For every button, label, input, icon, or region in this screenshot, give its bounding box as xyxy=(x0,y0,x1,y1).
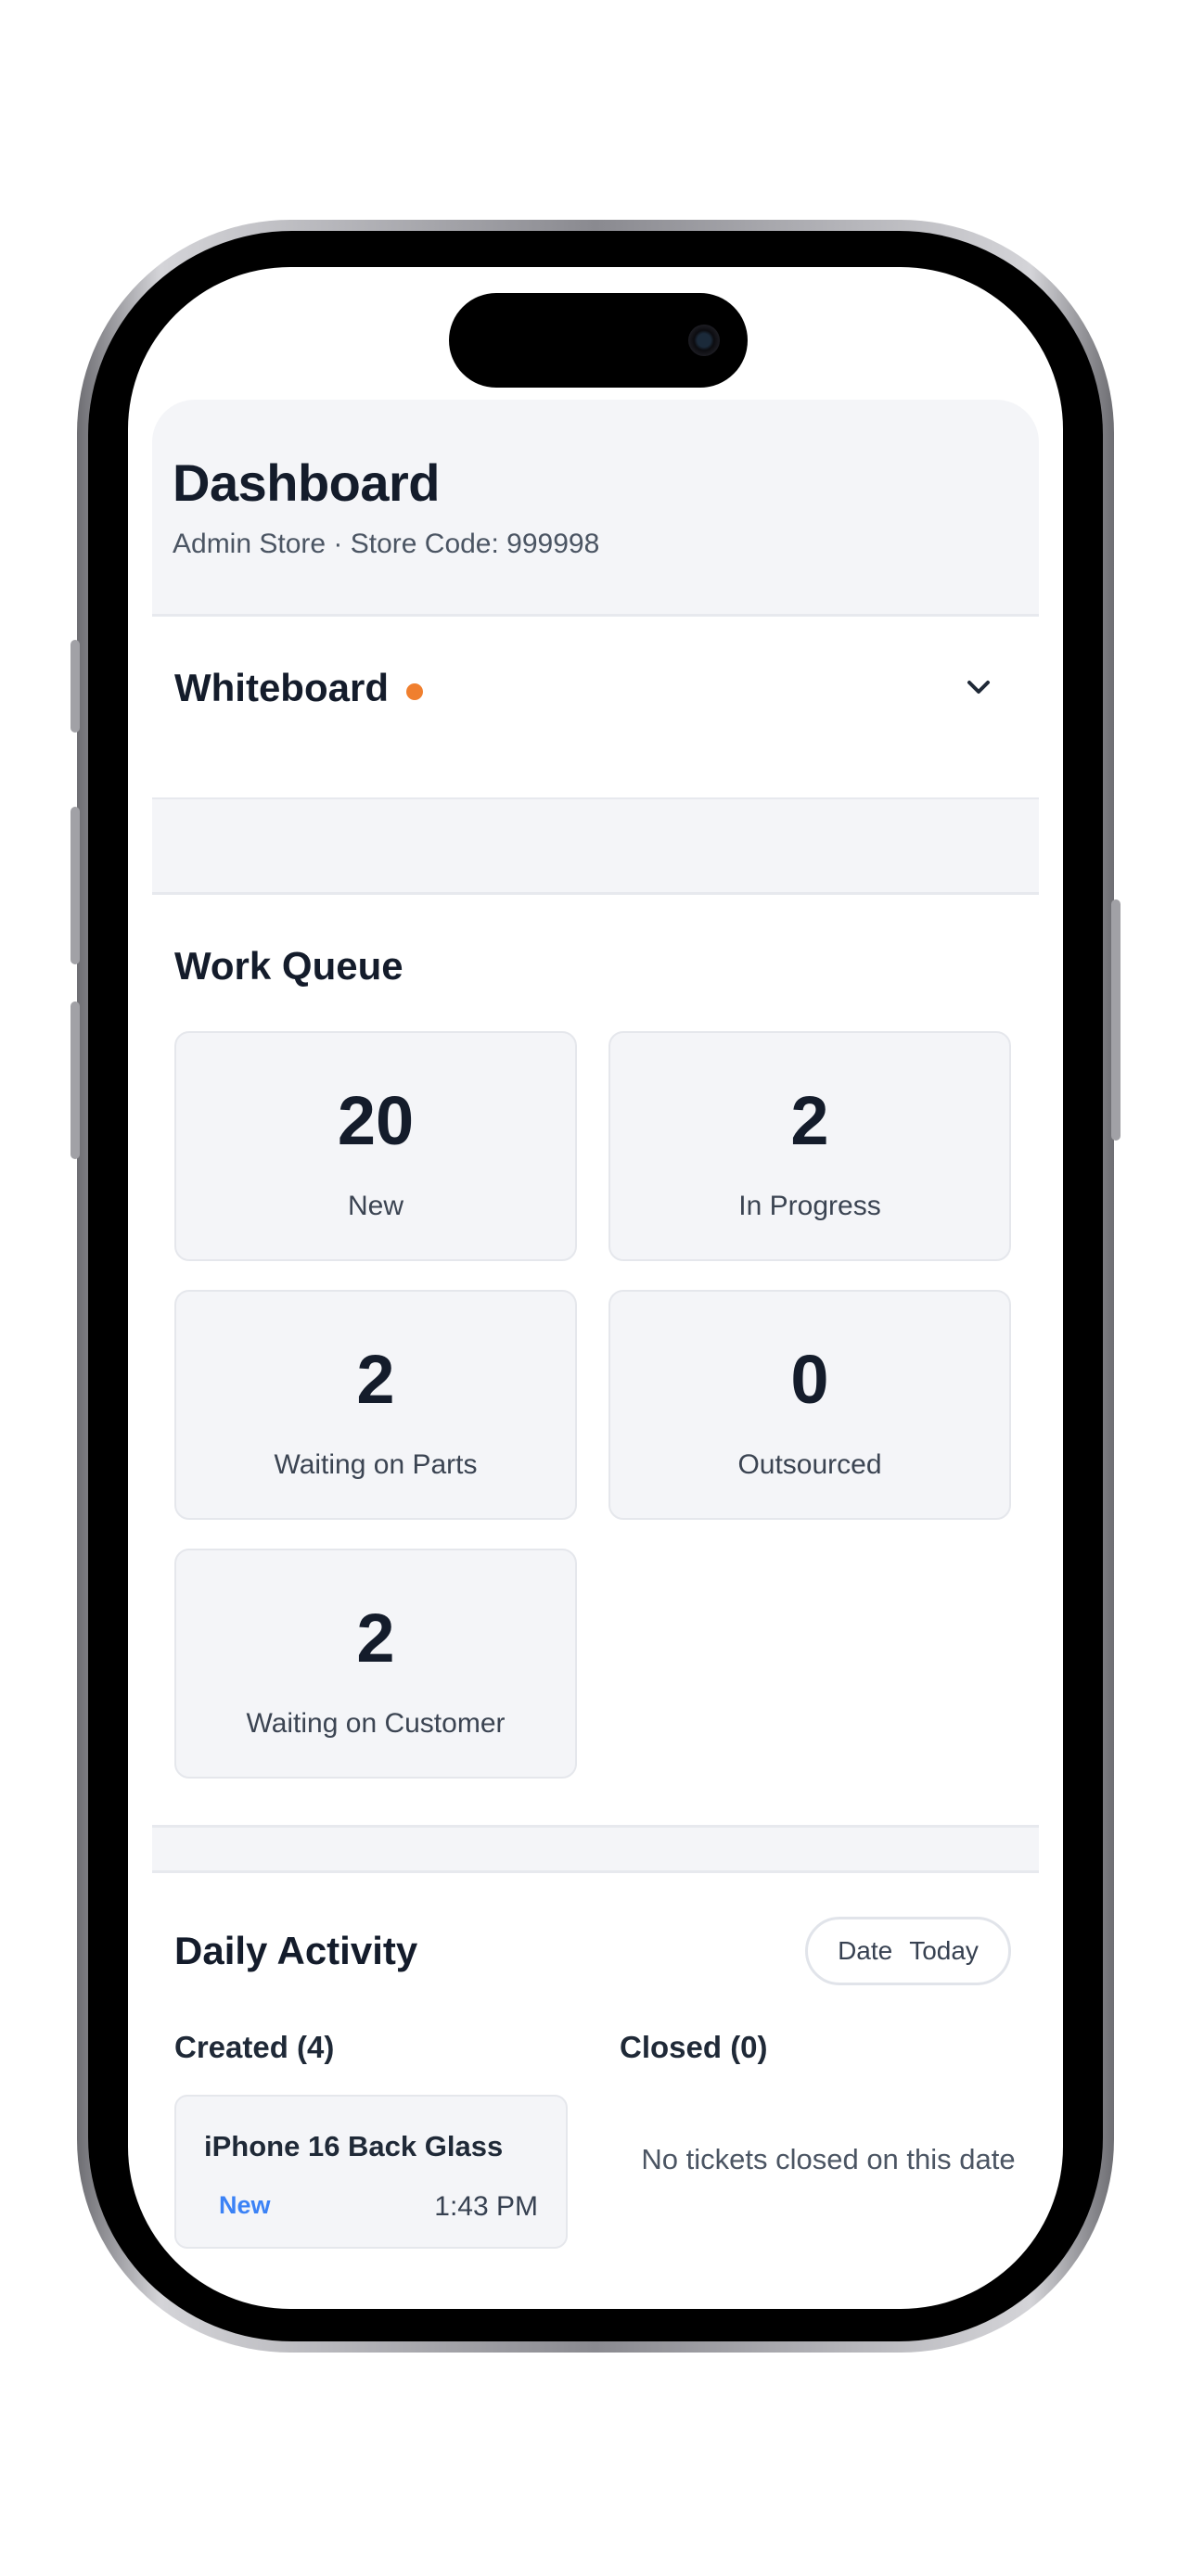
closed-heading: Closed (0) xyxy=(620,2030,768,2064)
work-queue-title: Work Queue xyxy=(174,944,403,988)
date-filter-button[interactable]: Date Today xyxy=(805,1917,1011,1985)
ticket-title: iPhone 16 Back Glass xyxy=(204,2130,504,2162)
phone-screen: Dashboard Admin Store · Store Code: 9999… xyxy=(128,267,1063,2309)
ticket-time: 1:43 PM xyxy=(434,2191,538,2222)
section-divider xyxy=(152,892,1039,895)
section-spacer xyxy=(152,1828,1039,1870)
queue-tile-waiting-on-parts[interactable]: 2 Waiting on Parts xyxy=(174,1290,577,1520)
power-button xyxy=(1111,899,1121,1141)
created-heading: Created (4) xyxy=(174,2030,335,2064)
camera-icon xyxy=(688,325,720,356)
queue-tile-waiting-on-customer[interactable]: 2 Waiting on Customer xyxy=(174,1549,577,1779)
date-filter-label: Date xyxy=(838,1936,893,1965)
queue-label: In Progress xyxy=(738,1191,881,1221)
page-title: Dashboard xyxy=(173,453,441,512)
dynamic-island xyxy=(449,293,748,388)
date-filter-value: Today xyxy=(909,1936,979,1965)
whiteboard-status-dot xyxy=(406,683,423,700)
queue-count: 2 xyxy=(356,1600,395,1677)
queue-count: 20 xyxy=(337,1082,415,1159)
queue-label: Waiting on Customer xyxy=(246,1708,506,1739)
ticket-card[interactable]: iPhone 16 Back Glass New 1:43 PM xyxy=(174,2095,568,2249)
action-button xyxy=(70,640,80,733)
volume-down-button xyxy=(70,1001,80,1159)
volume-up-button xyxy=(70,807,80,964)
queue-count: 0 xyxy=(790,1341,829,1418)
queue-label: Outsourced xyxy=(737,1449,882,1480)
whiteboard-title: Whiteboard xyxy=(174,666,389,709)
queue-tile-in-progress[interactable]: 2 In Progress xyxy=(608,1031,1011,1261)
chevron-down-icon[interactable] xyxy=(963,671,994,703)
section-spacer xyxy=(152,799,1039,892)
store-subtitle: Admin Store · Store Code: 999998 xyxy=(173,529,600,559)
queue-count: 2 xyxy=(790,1082,829,1159)
queue-tile-new[interactable]: 20 New xyxy=(174,1031,577,1261)
section-divider xyxy=(152,1870,1039,1873)
queue-label: Waiting on Parts xyxy=(274,1449,478,1480)
queue-label: New xyxy=(347,1191,403,1221)
status-badge: New xyxy=(219,2191,271,2219)
closed-empty-message: No tickets closed on this date xyxy=(641,2143,1016,2175)
queue-count: 2 xyxy=(356,1341,395,1418)
queue-tile-outsourced[interactable]: 0 Outsourced xyxy=(608,1290,1011,1520)
daily-activity-title: Daily Activity xyxy=(174,1929,418,1972)
